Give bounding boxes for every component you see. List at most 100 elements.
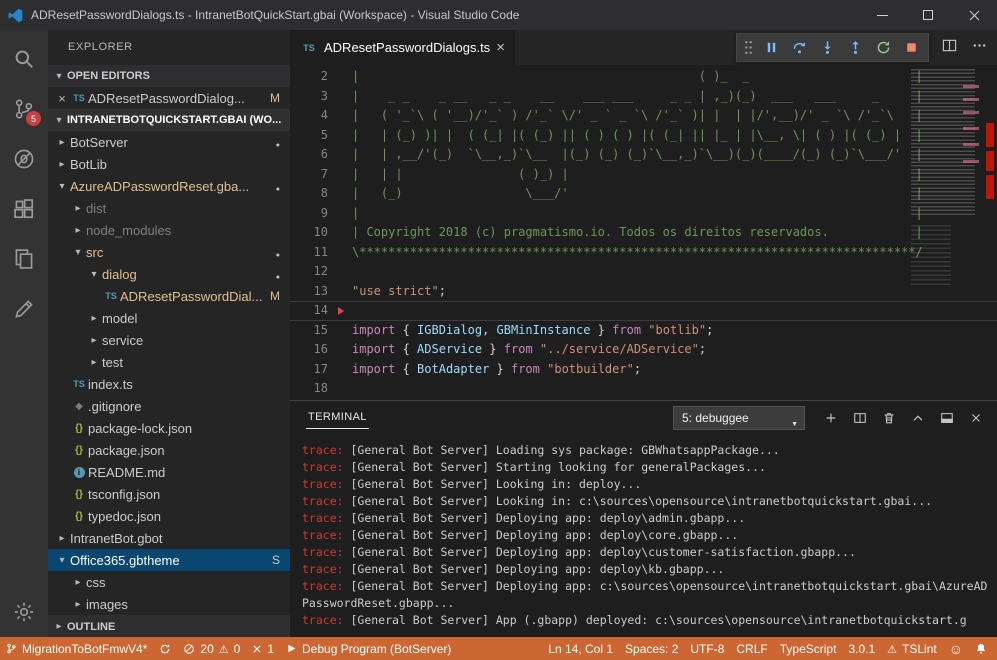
overview-ruler[interactable]	[983, 65, 997, 400]
code-line[interactable]: 15import { IGBDialog, GBMinInstance } fr…	[290, 321, 997, 341]
edit-icon[interactable]	[0, 284, 48, 334]
tabbar-actions	[942, 30, 987, 65]
tree-item[interactable]: css	[48, 571, 290, 593]
extensions-icon[interactable]	[0, 184, 48, 234]
tree-item[interactable]: package-lock.json	[48, 417, 290, 439]
code-line[interactable]: 18	[290, 379, 997, 399]
tree-item[interactable]: typedoc.json	[48, 505, 290, 527]
status-bar: MigrationToBotFmwV4* 20 0 1 Debug Progra…	[0, 637, 997, 660]
tree-item[interactable]: dialog	[48, 263, 290, 285]
step-out-button[interactable]	[843, 36, 867, 60]
language-indicator[interactable]: TypeScript	[774, 637, 843, 660]
tree-item-label: .gitignore	[88, 399, 141, 414]
tree-item[interactable]: test	[48, 351, 290, 373]
code-line[interactable]: 9| |	[290, 204, 997, 224]
drag-handle-icon[interactable]	[742, 36, 755, 60]
code-line[interactable]: 4| ( '_`\ ( '__)/'_` ) /'_` \/' _ ` _ `\…	[290, 106, 997, 126]
git-branch-button[interactable]: MigrationToBotFmwV4*	[0, 637, 153, 660]
workspace-header[interactable]: INTRANETBOTQUICKSTART.GBAI (WO...	[48, 109, 290, 131]
notifications-button[interactable]	[969, 637, 993, 660]
restart-button[interactable]	[871, 36, 895, 60]
settings-gear-icon[interactable]	[0, 587, 48, 637]
ts-version-indicator[interactable]: 3.0.1	[842, 637, 881, 660]
open-editors-header[interactable]: OPEN EDITORS	[48, 65, 290, 87]
tslint-indicator[interactable]: TSLint	[881, 637, 943, 660]
tree-item[interactable]: IntranetBot.gbot	[48, 527, 290, 549]
code-editor[interactable]: 2| ( )_ _ |3| _ _ _ __ _ _ __ ___ ___ _ …	[290, 65, 997, 400]
code-line[interactable]: 12	[290, 262, 997, 282]
tree-item-label: node_modules	[86, 223, 171, 238]
tab-close-icon[interactable]	[496, 39, 505, 56]
feedback-button[interactable]	[943, 637, 969, 660]
close-panel-button[interactable]	[967, 409, 985, 427]
tree-item[interactable]: index.ts	[48, 373, 290, 395]
code-line[interactable]: 11\*************************************…	[290, 243, 997, 263]
terminal-output[interactable]: trace: [General Bot Server] Loading sys …	[290, 434, 997, 637]
tree-item[interactable]: node_modules	[48, 219, 290, 241]
split-terminal-button[interactable]	[851, 409, 869, 427]
terminal-tab[interactable]: TERMINAL	[306, 406, 369, 429]
tree-item[interactable]: BotServer	[48, 131, 290, 153]
code-line[interactable]: 10| Copyright 2018 (c) pragmatismo.io. T…	[290, 223, 997, 243]
eol-indicator[interactable]: CRLF	[730, 637, 773, 660]
tree-item-label: IntranetBot.gbot	[70, 531, 163, 546]
minimap[interactable]	[907, 65, 983, 400]
pause-button[interactable]	[759, 36, 783, 60]
debug-status[interactable]: Debug Program (BotServer)	[280, 637, 457, 660]
close-window-button[interactable]	[951, 0, 997, 30]
files-icon[interactable]	[0, 234, 48, 284]
tree-item[interactable]: images	[48, 593, 290, 615]
tree-item[interactable]: dist	[48, 197, 290, 219]
tree-item[interactable]: src	[48, 241, 290, 263]
code-line[interactable]: 17import { BotAdapter } from "botbuilder…	[290, 360, 997, 380]
debug-toolbar	[736, 33, 929, 62]
tab-adresetpassworddialogs[interactable]: ADResetPasswordDialogs.ts	[290, 30, 515, 65]
tree-item[interactable]: README.md	[48, 461, 290, 483]
tree-item[interactable]: ADResetPasswordDial...M	[48, 285, 290, 307]
close-editor-icon[interactable]	[54, 91, 70, 106]
source-control-icon[interactable]: 5	[0, 84, 48, 134]
debug-config-label: Debug Program (BotServer)	[302, 642, 451, 656]
code-line[interactable]: 3| _ _ _ __ _ _ __ ___ ___ _ _ | ,_)(_) …	[290, 87, 997, 107]
code-line[interactable]: 13"use strict";	[290, 282, 997, 302]
step-into-button[interactable]	[815, 36, 839, 60]
panel-position-button[interactable]	[938, 409, 956, 427]
debug-icon[interactable]	[0, 134, 48, 184]
step-over-button[interactable]	[787, 36, 811, 60]
minimap-content-lower	[911, 225, 951, 285]
search-icon[interactable]	[0, 34, 48, 84]
code-line[interactable]: 7| | | ( )_) | |	[290, 165, 997, 185]
stop-button[interactable]	[899, 36, 923, 60]
tree-item[interactable]: service	[48, 329, 290, 351]
encoding-indicator[interactable]: UTF-8	[684, 637, 730, 660]
tree-item[interactable]: BotLib	[48, 153, 290, 175]
split-editor-button[interactable]	[942, 38, 957, 58]
code-line[interactable]: 2| ( )_ _ |	[290, 67, 997, 87]
more-actions-icon[interactable]	[972, 38, 987, 58]
open-editor-item[interactable]: ADResetPasswordDialog...M	[48, 87, 290, 109]
maximize-button[interactable]	[905, 0, 951, 30]
tree-item[interactable]: .gitignore	[48, 395, 290, 417]
code-line[interactable]: 6| | ,__/'(_) `\__,_)`\__ |(_) (_) (_)`\…	[290, 145, 997, 165]
indentation-indicator[interactable]: Spaces: 2	[619, 637, 684, 660]
code-line[interactable]: 5| | (_) )| | ( (_| |( (_) || ( ) ( ) |(…	[290, 126, 997, 146]
tree-item[interactable]: package.json	[48, 439, 290, 461]
minimize-icon	[877, 15, 888, 16]
code-line[interactable]: 8| (_) \___/' |	[290, 184, 997, 204]
code-line[interactable]: 16import { ADService } from "../service/…	[290, 340, 997, 360]
tree-item[interactable]: model	[48, 307, 290, 329]
cursor-position[interactable]: Ln 14, Col 1	[542, 637, 619, 660]
code-line[interactable]: 14	[290, 301, 997, 321]
maximize-panel-button[interactable]	[909, 409, 927, 427]
new-terminal-button[interactable]	[822, 409, 840, 427]
sync-button[interactable]	[153, 637, 177, 660]
minimize-button[interactable]	[859, 0, 905, 30]
problems-button[interactable]: 20 0	[177, 637, 246, 660]
extra-indicator[interactable]: 1	[246, 637, 280, 660]
tree-item[interactable]: tsconfig.json	[48, 483, 290, 505]
tree-item[interactable]: AzureADPasswordReset.gba...	[48, 175, 290, 197]
kill-terminal-button[interactable]	[880, 409, 898, 427]
terminal-selector[interactable]: 5: debuggee	[673, 406, 805, 430]
outline-header[interactable]: OUTLINE	[48, 615, 290, 637]
tree-item[interactable]: Office365.gbthemeS	[48, 549, 290, 571]
